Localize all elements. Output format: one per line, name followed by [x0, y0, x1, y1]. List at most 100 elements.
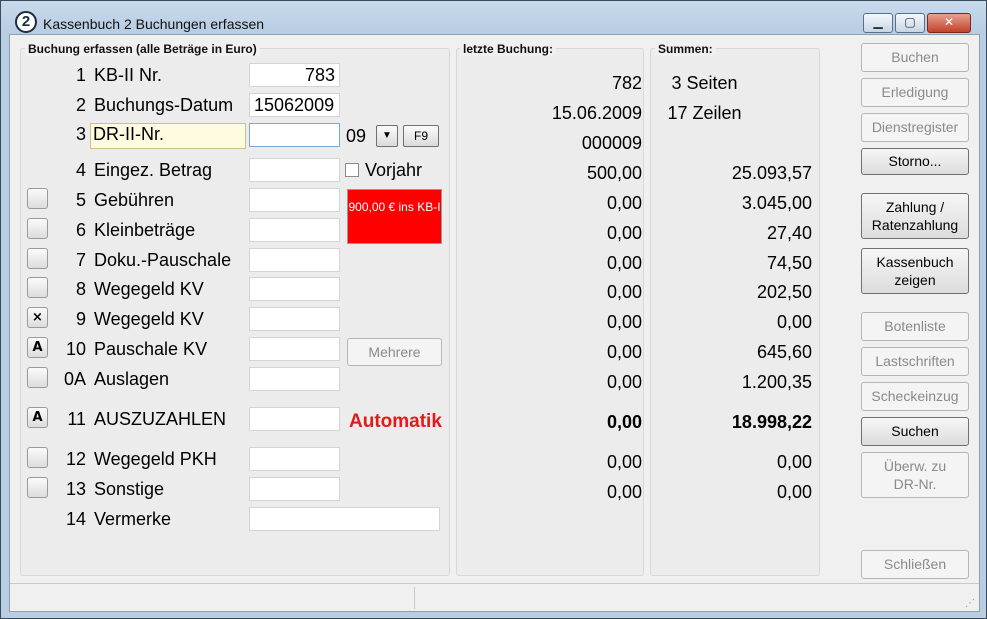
- window-title: Kassenbuch 2 Buchungen erfassen: [43, 16, 265, 32]
- maximize-button[interactable]: ▢: [895, 13, 925, 33]
- zahlung-button[interactable]: Zahlung / Ratenzahlung: [861, 193, 969, 239]
- dr-year-combo[interactable]: 09: [346, 124, 372, 148]
- sum-seiten: 3 Seiten: [671, 73, 738, 93]
- sum-auslagen: 1.200,35: [741, 372, 812, 392]
- chevron-down-icon[interactable]: ▼: [376, 125, 398, 147]
- pauschale-kv-check[interactable]: A: [27, 337, 48, 358]
- row-number: 11: [67, 409, 86, 429]
- vermerke-field[interactable]: [249, 507, 440, 531]
- sum-sonstige: 0,00: [776, 482, 812, 502]
- sum-doku-pauschale: 74,50: [766, 253, 812, 273]
- dr-ii-nr-field[interactable]: [249, 123, 340, 147]
- gebuehren-check[interactable]: [27, 188, 48, 209]
- buchen-button[interactable]: Buchen: [861, 43, 969, 72]
- ueberw-dr-nr-button[interactable]: Überw. zu DR-Nr.: [861, 452, 969, 498]
- suchen-button[interactable]: Suchen: [861, 417, 969, 446]
- row-number: 12: [65, 449, 86, 469]
- buchungs-datum-field[interactable]: 15062009: [249, 93, 340, 117]
- minimize-button[interactable]: ▁: [863, 13, 893, 33]
- last-kleinbetraege: 0,00: [606, 223, 642, 243]
- mehrere-button[interactable]: Mehrere: [347, 338, 442, 366]
- last-datum: 15.06.2009: [551, 103, 642, 123]
- row-number: 0A: [63, 369, 86, 389]
- f9-button[interactable]: F9: [403, 125, 439, 147]
- row-number: 4: [75, 160, 86, 180]
- sonstige-field[interactable]: [249, 477, 340, 501]
- kb2-nr-label: KB-II Nr.: [94, 65, 163, 85]
- last-sonstige: 0,00: [606, 482, 642, 502]
- scheckeinzug-button[interactable]: Scheckeinzug: [861, 382, 969, 411]
- doku-pauschale-check[interactable]: [27, 248, 48, 269]
- doku-pauschale-label: Doku.-Pauschale: [94, 250, 232, 270]
- vorjahr-label[interactable]: Vorjahr: [365, 160, 422, 181]
- sum-gebuehren: 3.045,00: [741, 193, 812, 213]
- wegegeld-kv-2-field[interactable]: [249, 307, 340, 331]
- last-gebuehren: 0,00: [606, 193, 642, 213]
- last-wegegeld-kv: 0,00: [606, 282, 642, 302]
- botenliste-button[interactable]: Botenliste: [861, 312, 969, 341]
- sum-eingez-betrag: 25.093,57: [731, 163, 812, 183]
- eingez-betrag-label: Eingez. Betrag: [94, 160, 213, 180]
- zahlung-label-line1: Zahlung /: [885, 199, 945, 215]
- zahlung-label-line2: Ratenzahlung: [871, 217, 959, 233]
- wegegeld-kv-check[interactable]: [27, 277, 48, 298]
- kleinbetraege-field[interactable]: [249, 218, 340, 242]
- client-area: Buchung erfassen (alle Beträge in Euro) …: [9, 34, 980, 612]
- kleinbetraege-check[interactable]: [27, 218, 48, 239]
- last-wegegeld-pkh: 0,00: [606, 452, 642, 472]
- doku-pauschale-field[interactable]: [249, 248, 340, 272]
- auslagen-field[interactable]: [249, 367, 340, 391]
- wegegeld-pkh-label: Wegegeld PKH: [94, 449, 217, 469]
- buchungs-datum-label: Buchungs-Datum: [94, 95, 234, 115]
- row-number: 2: [75, 95, 86, 115]
- ueberw-label-line2: DR-Nr.: [893, 476, 937, 492]
- pauschale-kv-label: Pauschale KV: [94, 339, 208, 359]
- ueberw-label-line1: Überw. zu: [883, 458, 947, 474]
- row-number: 6: [75, 220, 86, 240]
- kb2-nr-field[interactable]: 783: [249, 63, 340, 87]
- kassenbuch-label-line2: zeigen: [894, 272, 936, 288]
- last-doku-pauschale: 0,00: [606, 253, 642, 273]
- title-bar: 2 Kassenbuch 2 Buchungen erfassen ▁ ▢ ✕: [1, 1, 986, 33]
- sum-zeilen: 17 Zeilen: [667, 103, 742, 123]
- sum-pauschale-kv: 645,60: [756, 342, 812, 362]
- resize-grip-icon[interactable]: ⋰: [965, 598, 975, 609]
- auszuzahlen-field[interactable]: [249, 407, 340, 431]
- wegegeld-pkh-field[interactable]: [249, 447, 340, 471]
- auszuzahlen-label: AUSZUZAHLEN: [94, 409, 227, 429]
- sum-wegegeld-kv: 202,50: [756, 282, 812, 302]
- vorjahr-checkbox[interactable]: [345, 163, 359, 177]
- dienstregister-button[interactable]: Dienstregister: [861, 113, 969, 142]
- input-panel-title: Buchung erfassen (alle Beträge in Euro): [25, 42, 260, 56]
- pauschale-kv-field[interactable]: [249, 337, 340, 361]
- dr-ii-nr-label: DR-II-Nr.: [90, 123, 246, 149]
- status-divider: [414, 587, 415, 609]
- sum-auszuzahlen: 18.998,22: [731, 412, 812, 432]
- wegegeld-kv-field[interactable]: [249, 277, 340, 301]
- auszuzahlen-check[interactable]: A: [27, 407, 48, 428]
- app-window: 2 Kassenbuch 2 Buchungen erfassen ▁ ▢ ✕ …: [0, 0, 987, 619]
- kassenbuch-zeigen-button[interactable]: Kassenbuch zeigen: [861, 248, 969, 294]
- sums-title: Summen:: [655, 42, 716, 56]
- eingez-betrag-field[interactable]: [249, 158, 340, 182]
- storno-button[interactable]: Storno...: [861, 148, 969, 175]
- status-bar: ⋰: [10, 583, 979, 611]
- kassenbuch-label-line1: Kassenbuch: [876, 254, 954, 270]
- close-button[interactable]: ✕: [927, 13, 971, 33]
- sonstige-label: Sonstige: [94, 479, 165, 499]
- row-number: 10: [65, 339, 86, 359]
- last-pauschale-kv: 0,00: [606, 342, 642, 362]
- wegegeld-kv-2-label: Wegegeld KV: [94, 309, 204, 329]
- auslagen-check[interactable]: [27, 367, 48, 388]
- kb1-notice: 900,00 € ins KB-I: [347, 189, 442, 244]
- wegegeld-pkh-check[interactable]: [27, 447, 48, 468]
- last-auslagen: 0,00: [606, 372, 642, 392]
- row-number: 8: [75, 279, 86, 299]
- wegegeld-kv-2-check[interactable]: ×: [27, 307, 48, 328]
- lastschriften-button[interactable]: Lastschriften: [861, 347, 969, 376]
- schliessen-button[interactable]: Schließen: [861, 550, 969, 579]
- erledigung-button[interactable]: Erledigung: [861, 78, 969, 107]
- sonstige-check[interactable]: [27, 477, 48, 498]
- row-number: 5: [75, 190, 86, 210]
- gebuehren-field[interactable]: [249, 188, 340, 212]
